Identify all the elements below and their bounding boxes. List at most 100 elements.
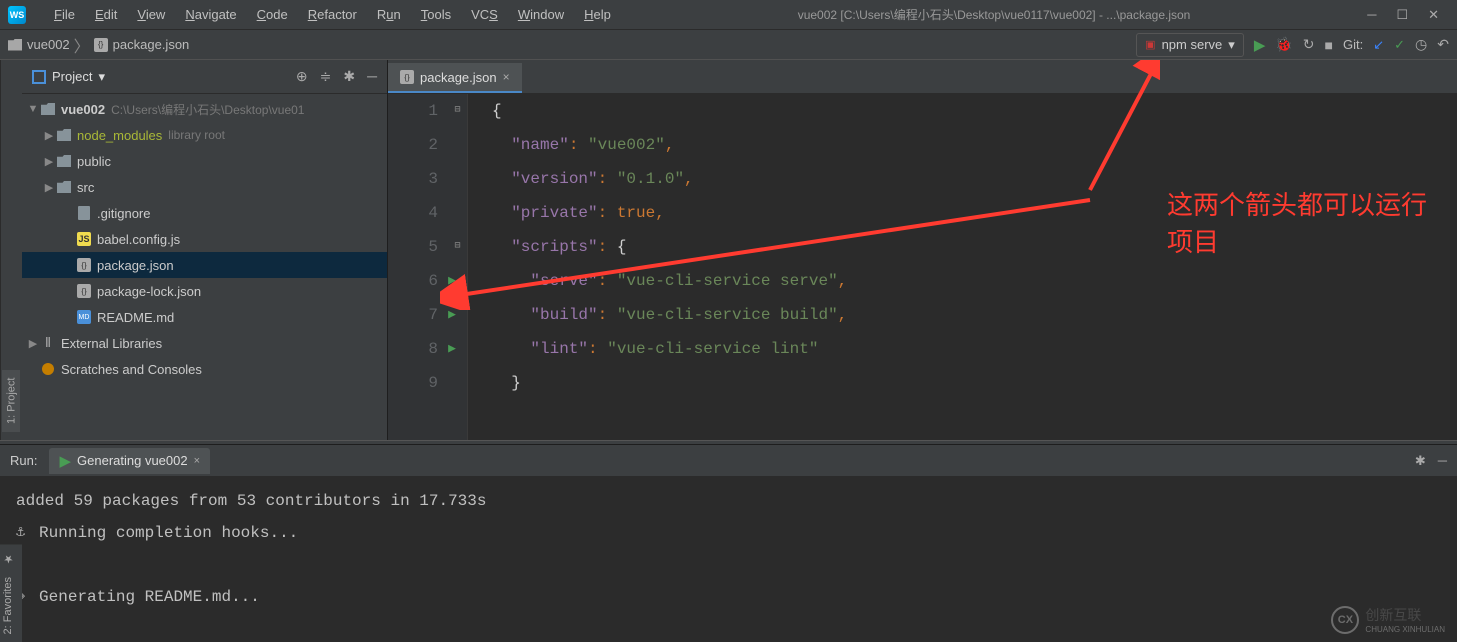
watermark: CX 创新互联 CHUANG XINHULIAN [1331,605,1445,634]
git-label: Git: [1343,37,1363,52]
menu-refactor[interactable]: Refactor [298,3,367,26]
debug-button[interactable]: 🐞 [1275,36,1292,53]
minimize-button[interactable]: ─ [1367,7,1376,23]
chevron-down-icon: ▾ [98,69,105,85]
menu-run[interactable]: Run [367,3,411,26]
project-header: Project ▾ ⊕ ≑ ✱ ─ [22,60,387,94]
tree-babel[interactable]: ▶JS babel.config.js [22,226,387,252]
star-icon: ★ [2,552,20,565]
close-tab-button[interactable]: × [503,70,510,84]
close-button[interactable]: ✕ [1428,7,1439,23]
coverage-button[interactable]: ↻ [1303,36,1315,53]
breadcrumb-root[interactable]: vue002 [8,37,70,52]
folder-icon [8,39,22,51]
hide-button[interactable]: ─ [367,68,377,85]
editor-tab-label: package.json [420,70,497,85]
console-line-2: Running completion hooks... [39,517,298,549]
menu-navigate[interactable]: Navigate [175,3,246,26]
stop-button[interactable]: ■ [1325,37,1333,53]
tab-project[interactable]: 1: Project [3,370,21,432]
editor-body[interactable]: 1 2 3 4 5 6▶ 7▶ 8▶ 9 ⊟⊟ { "name": "vue00… [388,94,1457,440]
line-3: 3 [388,162,438,196]
run-button[interactable]: ▶ [1254,36,1266,54]
line-7[interactable]: 7▶ [388,298,438,332]
menu-window[interactable]: Window [508,3,574,26]
editor-tabs: {} package.json × [388,60,1457,94]
line-6[interactable]: 6▶ [388,264,438,298]
run-label: Run: [10,453,37,468]
tree-package-lock[interactable]: ▶{} package-lock.json [22,278,387,304]
locate-button[interactable]: ⊕ [296,68,308,85]
watermark-brand: 创新互联 [1365,605,1445,625]
project-icon [32,70,46,84]
play-icon: ▶ [59,452,71,470]
tree-node-modules[interactable]: node_modules library root [22,122,387,148]
window-controls: ─ ☐ ✕ [1367,7,1449,23]
breadcrumb-file-label: package.json [113,37,190,52]
tree-package[interactable]: ▶{} package.json [22,252,387,278]
tree-scratches[interactable]: ▶ Scratches and Consoles [22,356,387,382]
tree-gitignore[interactable]: ▶ .gitignore [22,200,387,226]
tree-public[interactable]: public [22,148,387,174]
breadcrumb-file[interactable]: {} package.json [94,37,190,52]
project-panel: Project ▾ ⊕ ≑ ✱ ─ vue002 C:\Users\编程小石头\… [22,60,387,440]
left-gutter-tabs: 1: Project [0,60,22,440]
settings-button[interactable]: ✱ [343,68,355,85]
run-hide-button[interactable]: ─ [1438,453,1447,469]
run-config-dropdown[interactable]: ▣ npm serve ▾ [1136,33,1244,57]
git-commit-button[interactable]: ✓ [1394,37,1405,53]
navbar: vue002 〉 {} package.json ▣ npm serve ▾ ▶… [0,30,1457,60]
line-2: 2 [388,128,438,162]
editor: {} package.json × 1 2 3 4 5 6▶ 7▶ 8▶ 9 ⊟… [387,60,1457,440]
project-tree[interactable]: vue002 C:\Users\编程小石头\Desktop\vue01 node… [22,94,387,440]
run-script-build: ▶ [448,298,456,332]
json-icon: {} [400,70,414,84]
tab-favorites[interactable]: 2: Favorites [2,577,20,634]
left-bottom-tabs: 2: Favorites ★ [0,544,22,642]
breadcrumb-sep: 〉 [74,33,90,57]
tree-root[interactable]: vue002 C:\Users\编程小石头\Desktop\vue01 [22,96,387,122]
tree-src[interactable]: src [22,174,387,200]
line-9: 9 [388,366,438,400]
tree-external-libraries[interactable]: ⫴ External Libraries [22,330,387,356]
run-tool-window: Run: ▶ Generating vue002 × ✱ ─ added 59 … [0,445,1457,621]
line-1: 1 [388,94,438,128]
line-5: 5 [388,230,438,264]
project-title-dropdown[interactable]: Project ▾ [32,69,105,85]
run-tab[interactable]: ▶ Generating vue002 × [49,448,210,474]
menu-edit[interactable]: Edit [85,3,127,26]
app-icon: WS [8,6,26,24]
console-line-3: Generating README.md... [39,581,260,613]
run-script-lint: ▶ [448,332,456,366]
code-area[interactable]: { "name": "vue002", "version": "0.1.0", … [468,94,1457,440]
menu-view[interactable]: View [127,3,175,26]
menu-tools[interactable]: Tools [411,3,461,26]
npm-icon: ▣ [1145,38,1155,51]
menu-file[interactable]: File [44,3,85,26]
line-4: 4 [388,196,438,230]
menu-help[interactable]: Help [574,3,621,26]
collapse-button[interactable]: ≑ [320,68,332,85]
history-button[interactable]: ◷ [1415,36,1427,53]
run-settings-button[interactable]: ✱ [1415,453,1426,469]
console-output[interactable]: added 59 packages from 53 contributors i… [0,477,1457,621]
revert-button[interactable]: ↶ [1437,36,1449,53]
menu-vcs[interactable]: VCS [461,3,508,26]
menu-items: File Edit View Navigate Code Refactor Ru… [44,3,621,26]
menu-code[interactable]: Code [247,3,298,26]
close-run-tab[interactable]: × [194,455,200,467]
console-line-1: added 59 packages from 53 contributors i… [16,485,486,517]
editor-tab-package[interactable]: {} package.json × [388,63,522,93]
menubar: WS File Edit View Navigate Code Refactor… [0,0,1457,30]
watermark-sub: CHUANG XINHULIAN [1365,625,1445,634]
breadcrumb-root-label: vue002 [27,37,70,52]
maximize-button[interactable]: ☐ [1396,7,1408,23]
main-area: 1: Project Project ▾ ⊕ ≑ ✱ ─ vue002 C:\U… [0,60,1457,440]
window-title: vue002 [C:\Users\编程小石头\Desktop\vue0117\v… [621,6,1367,23]
git-update-button[interactable]: ↙ [1373,37,1384,53]
chevron-down-icon: ▾ [1228,37,1235,53]
line-8[interactable]: 8▶ [388,332,438,366]
tree-readme[interactable]: ▶MD README.md [22,304,387,330]
watermark-logo: CX [1331,606,1359,634]
json-icon: {} [94,38,108,52]
